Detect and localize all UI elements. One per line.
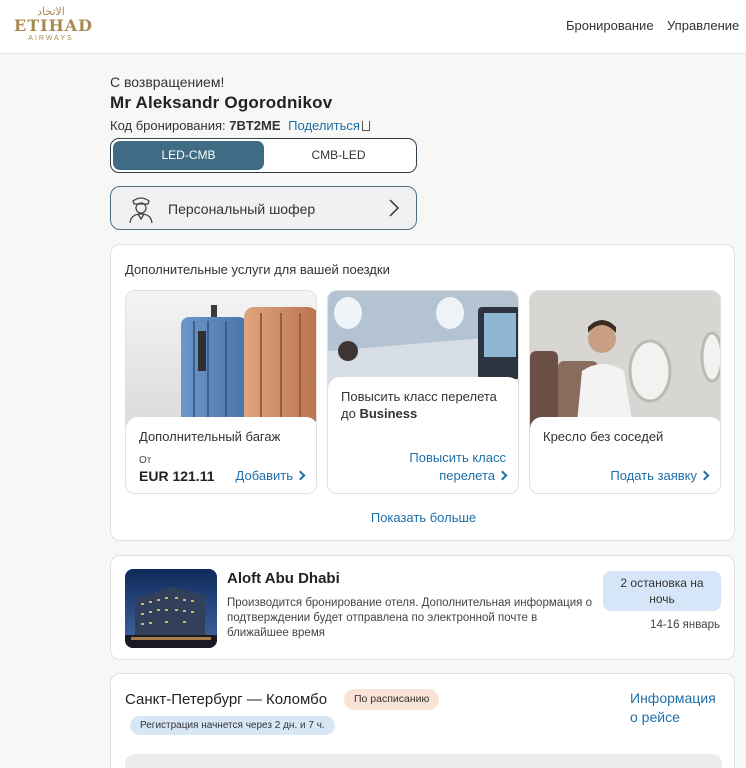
passenger-seat-image	[530, 291, 720, 433]
logo-wordmark: ETIHAD	[14, 16, 93, 35]
upgrade-class-name: Business	[359, 406, 418, 421]
share-link[interactable]: Поделиться	[288, 118, 370, 133]
passenger-name: Mr Aleksandr Ogorodnikov	[110, 93, 333, 112]
apply-empty-seat-link[interactable]: Подать заявку	[610, 467, 710, 485]
booking-code-value: 7BT2ME	[229, 118, 281, 133]
booking-code-row: Код бронирования: 7BT2ME Поделиться	[110, 118, 370, 133]
add-baggage-label: Добавить	[235, 468, 293, 483]
chevron-right-icon	[699, 470, 710, 481]
luggage-image	[126, 291, 316, 433]
flight-info-line2: о рейсе	[630, 709, 680, 725]
stopover-badge-line1: 2 остановка на	[620, 576, 704, 590]
upgrade-link[interactable]: Повысить класс перелета	[409, 449, 508, 485]
apply-empty-seat-label: Подать заявку	[610, 468, 697, 483]
nav-booking-link[interactable]: Бронирование	[566, 18, 654, 33]
chevron-right-icon	[295, 470, 306, 481]
stopover-badge-line2: ночь	[649, 592, 675, 606]
chevron-right-icon	[497, 470, 508, 481]
stopover-badge: 2 остановка на ночь	[603, 571, 721, 611]
share-icon	[361, 121, 370, 131]
chauffeur-button[interactable]: Персональный шофер	[110, 186, 417, 230]
add-baggage-link[interactable]: Добавить	[235, 467, 306, 485]
empty-seat-tile-body: Кресло без соседей Подать заявку	[530, 417, 720, 493]
addons-card: Дополнительные услуги для вашей поездки …	[110, 244, 735, 541]
route-tab-outbound[interactable]: LED-CMB	[113, 141, 264, 170]
empty-seat-tile[interactable]: Кресло без соседей Подать заявку	[529, 290, 721, 494]
etihad-logo[interactable]: الاتحاد ETIHAD AIRWAYS	[14, 6, 93, 46]
upgrade-title: Повысить класс перелета до Business	[341, 388, 511, 422]
show-more-link[interactable]: Показать больше	[111, 510, 736, 525]
baggage-title: Дополнительный багаж	[139, 429, 281, 444]
upgrade-tile[interactable]: Повысить класс перелета до Business Повы…	[327, 290, 519, 494]
baggage-tile-body: Дополнительный багаж От EUR 121.11 Добав…	[126, 417, 316, 493]
flight-status-badge: По расписанию	[344, 689, 440, 710]
top-header: الاتحاد ETIHAD AIRWAYS Бронирование Упра…	[0, 0, 746, 54]
flight-info-link[interactable]: Информация о рейсе	[630, 689, 716, 727]
addons-title: Дополнительные услуги для вашей поездки	[125, 262, 390, 277]
hotel-image	[125, 569, 217, 648]
baggage-from-label: От	[139, 455, 152, 466]
empty-seat-title: Кресло без соседей	[543, 429, 664, 444]
chauffeur-icon	[129, 197, 153, 224]
upgrade-tile-body: Повысить класс перелета до Business Повы…	[328, 377, 518, 493]
booking-code-label: Код бронирования:	[110, 118, 226, 133]
route-toggle: LED-CMB CMB-LED	[110, 138, 417, 173]
flight-details-panel	[125, 754, 722, 768]
flight-card: Санкт-Петербург — Коломбо По расписанию …	[110, 673, 735, 768]
greeting-text: С возвращением!	[110, 74, 225, 90]
nav-manage-link[interactable]: Управление	[667, 18, 739, 33]
baggage-price: EUR 121.11	[139, 468, 215, 484]
share-label: Поделиться	[288, 118, 360, 133]
hotel-description: Производится бронирование отеля. Дополни…	[227, 597, 592, 639]
checkin-badge: Регистрация начнется через 2 дн. и 7 ч.	[130, 716, 335, 735]
upgrade-action-line1: Повысить класс	[409, 450, 506, 465]
logo-subtitle: AIRWAYS	[28, 35, 74, 42]
flight-route: Санкт-Петербург — Коломбо	[125, 691, 328, 708]
hotel-card: Aloft Abu Dhabi Производится бронировани…	[110, 555, 735, 660]
route-tab-return[interactable]: CMB-LED	[263, 141, 414, 170]
upgrade-action-line2: перелета	[439, 468, 495, 483]
flight-info-line1: Информация	[630, 690, 716, 706]
baggage-tile[interactable]: Дополнительный багаж От EUR 121.11 Добав…	[125, 290, 317, 494]
chevron-right-icon	[389, 199, 400, 217]
hotel-name: Aloft Abu Dhabi	[227, 570, 340, 587]
chauffeur-label: Персональный шофер	[168, 201, 316, 217]
hotel-dates: 14-16 январь	[650, 619, 720, 631]
